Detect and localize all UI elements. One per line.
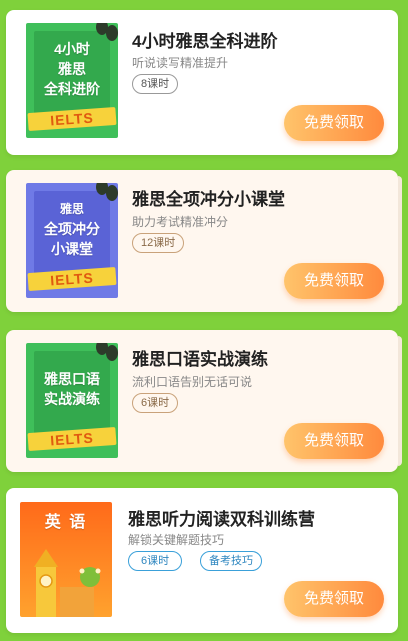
course-title: 雅思全项冲分小课堂 — [132, 190, 285, 209]
course-title: 4小时雅思全科进阶 — [132, 32, 278, 51]
cover-text-line: 全科进阶 — [44, 80, 100, 97]
course-card[interactable]: 雅思 全项冲分 小课堂 IELTS 雅思全项冲分小课堂 助力考试精准冲分 12课… — [6, 170, 402, 312]
course-cover-image: 雅思 全项冲分 小课堂 IELTS — [26, 183, 118, 298]
cover-text-line: 雅思 — [58, 60, 86, 77]
cover-text-line: 小课堂 — [51, 240, 93, 257]
exam-tips-tag: 备考技巧 — [200, 551, 262, 571]
course-title: 雅思口语实战演练 — [132, 350, 268, 369]
lesson-count-tag: 8课时 — [132, 74, 179, 94]
clock-tower-icon — [34, 549, 101, 617]
course-subtitle: 流利口语告别无话可说 — [132, 375, 253, 389]
cover-text-line: 雅思 — [59, 201, 84, 216]
course-cover-image: 英 语 — [20, 502, 112, 617]
claim-free-button[interactable]: 免费领取 — [284, 581, 384, 617]
cover-text-line: 英 语 — [44, 514, 88, 531]
lesson-count-tag: 6课时 — [132, 393, 179, 413]
course-subtitle: 听说读写精准提升 — [132, 56, 229, 70]
lesson-count-tag: 12课时 — [132, 233, 185, 253]
course-cover-image: 雅思口语 实战演练 IELTS — [26, 343, 118, 458]
cover-text-line: 4小时 — [54, 40, 90, 57]
claim-free-button[interactable]: 免费领取 — [284, 105, 384, 141]
cover-text-line: 全项冲分 — [44, 220, 100, 237]
course-card[interactable]: 4小时 雅思 全科进阶 IELTS 4小时雅思全科进阶 听说读写精准提升 8课时… — [6, 10, 398, 155]
cover-text-line: 雅思口语 — [44, 370, 100, 387]
course-card[interactable]: 英 语 雅思听力阅读双科训练营 解锁关键解题技巧 6课时 备考技巧 免费领取 — [6, 488, 398, 633]
course-cover-image: 4小时 雅思 全科进阶 IELTS — [26, 23, 118, 138]
claim-free-button[interactable]: 免费领取 — [284, 263, 384, 299]
course-subtitle: 解锁关键解题技巧 — [128, 533, 225, 547]
course-title: 雅思听力阅读双科训练营 — [128, 510, 315, 529]
lesson-count-tag: 6课时 — [128, 551, 183, 571]
course-card[interactable]: 雅思口语 实战演练 IELTS 雅思口语实战演练 流利口语告别无话可说 6课时 … — [6, 330, 402, 472]
cover-text-line: 实战演练 — [44, 390, 100, 407]
claim-free-button[interactable]: 免费领取 — [284, 423, 384, 459]
course-subtitle: 助力考试精准冲分 — [132, 215, 229, 229]
